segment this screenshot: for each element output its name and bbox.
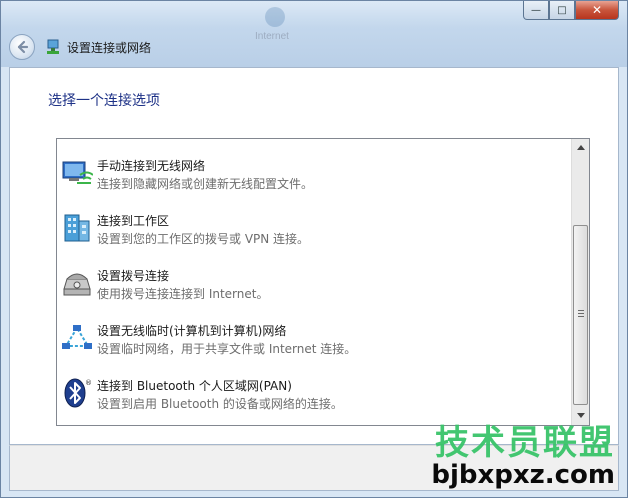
option-title: 设置拨号连接 — [97, 269, 170, 283]
option-workplace[interactable]: 连接到工作区 设置到您的工作区的拨号或 VPN 连接。 — [57, 208, 571, 258]
caption-buttons: — □ ✕ — [523, 1, 619, 20]
page-title: 设置连接或网络 — [67, 40, 152, 55]
background-app-ghost — [255, 7, 295, 31]
background-app-label: Internet — [255, 31, 289, 42]
option-description: 设置临时网络，用于共享文件或 Internet 连接。 — [97, 342, 357, 356]
dialup-phone-icon — [63, 273, 91, 296]
watermark-cn: 技术员联盟 — [435, 423, 615, 463]
svg-text:®: ® — [85, 379, 92, 387]
option-description: 使用拨号连接连接到 Internet。 — [97, 287, 269, 301]
content-pane: 选择一个连接选项 手动连接到无线网络 连接到隐藏网络或创建新无线配置文件。 连接… — [9, 67, 619, 445]
maximize-button[interactable]: □ — [549, 1, 575, 20]
minimize-button[interactable]: — — [523, 1, 549, 20]
connection-options-list[interactable]: 手动连接到无线网络 连接到隐藏网络或创建新无线配置文件。 连接到工作区 设置到您… — [56, 138, 590, 426]
watermark-en: bjbxpxz.com — [431, 460, 615, 490]
option-dialup[interactable]: 设置拨号连接 使用拨号连接连接到 Internet。 — [57, 263, 571, 313]
scroll-up-button[interactable] — [572, 139, 589, 156]
option-description: 设置到您的工作区的拨号或 VPN 连接。 — [97, 232, 310, 246]
option-title: 连接到 Bluetooth 个人区域网(PAN) — [97, 379, 292, 393]
scroll-down-arrow-icon — [576, 413, 585, 418]
back-arrow-icon — [17, 40, 29, 54]
option-manual-wireless[interactable]: 手动连接到无线网络 连接到隐藏网络或创建新无线配置文件。 — [57, 153, 571, 203]
window: Internet — □ ✕ 设置连接或网络 选择一个连接选项 手动连接到无线网… — [0, 0, 628, 498]
option-adhoc[interactable]: 设置无线临时(计算机到计算机)网络 设置临时网络，用于共享文件或 Interne… — [57, 318, 571, 368]
option-title: 手动连接到无线网络 — [97, 159, 206, 173]
close-button[interactable]: ✕ — [575, 1, 619, 20]
navigation-bar: 设置连接或网络 — [9, 33, 151, 61]
list-items: 手动连接到无线网络 连接到隐藏网络或创建新无线配置文件。 连接到工作区 设置到您… — [57, 139, 571, 425]
watermark-logo: 技术员联盟 bjbxpxz.com — [431, 425, 615, 489]
scroll-up-arrow-icon — [576, 145, 585, 150]
vertical-scrollbar[interactable] — [571, 139, 589, 425]
scroll-grip-icon — [578, 310, 584, 319]
section-heading: 选择一个连接选项 — [48, 93, 160, 109]
scroll-down-button[interactable] — [572, 407, 589, 424]
wireless-network-icon — [62, 161, 93, 184]
network-setup-icon — [47, 39, 59, 54]
option-description: 连接到隐藏网络或创建新无线配置文件。 — [97, 177, 314, 191]
option-description: 设置到启用 Bluetooth 的设备或网络的连接。 — [97, 397, 343, 411]
globe-icon — [265, 7, 285, 27]
option-bluetooth[interactable]: ® 连接到 Bluetooth 个人区域网(PAN) 设置到启用 Bluetoo… — [57, 373, 571, 423]
option-title: 连接到工作区 — [97, 214, 170, 228]
scroll-thumb[interactable] — [573, 225, 588, 405]
bluetooth-icon: ® — [64, 378, 92, 408]
option-title: 设置无线临时(计算机到计算机)网络 — [97, 324, 287, 338]
workplace-building-icon — [64, 214, 90, 242]
back-button[interactable] — [9, 34, 35, 60]
adhoc-network-icon — [62, 325, 92, 349]
